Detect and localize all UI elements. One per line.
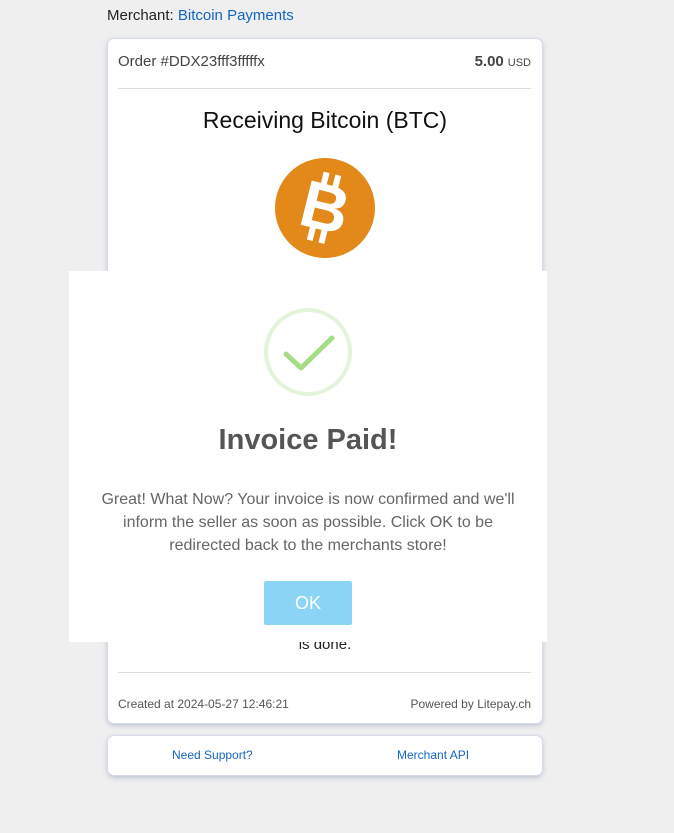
modal-title: Invoice Paid! [218, 424, 398, 456]
modal-overlay: Invoice Paid! Great! What Now? Your invo… [0, 0, 674, 833]
modal-message: Great! What Now? Your invoice is now con… [101, 491, 515, 554]
invoice-paid-modal: Invoice Paid! Great! What Now? Your invo… [69, 271, 547, 642]
success-check-icon [264, 308, 352, 396]
ok-button[interactable]: OK [264, 581, 352, 625]
